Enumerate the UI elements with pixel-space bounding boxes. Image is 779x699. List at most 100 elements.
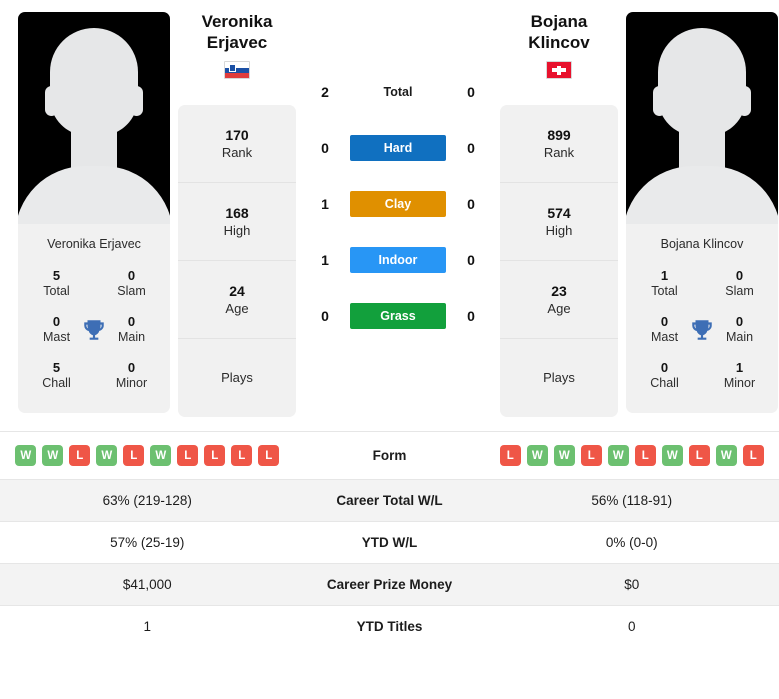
slovenia-flag-icon (224, 61, 250, 80)
player-card-left[interactable]: Veronika Erjavec 5 Total 0 Slam 0 Mast 0… (18, 12, 170, 413)
h2h-right-indoor: 0 (467, 252, 475, 268)
avatar-ear-right-icon (130, 86, 143, 116)
form-badge-left-9[interactable]: L (258, 445, 280, 467)
h2h-left-grass: 0 (321, 308, 329, 324)
avatar-body-icon (18, 166, 170, 224)
stat-plays-left: Plays (221, 370, 253, 386)
avatar-neck-icon (679, 124, 725, 170)
h2h-label-total: Total (383, 85, 413, 99)
ytd-wl-left: 57% (25-19) (110, 535, 185, 551)
avatar-head-icon (50, 28, 138, 136)
form-badge-right-9[interactable]: L (742, 445, 764, 467)
h2h-right-total: 0 (467, 84, 475, 100)
form-badge-left-0[interactable]: W (15, 445, 37, 467)
titles-grid-right: 1 Total 0 Slam 0 Mast 0 Main 0 Chall 1 M… (626, 261, 778, 413)
switzerland-flag-icon (546, 61, 572, 80)
table-row-ytd-titles: 1 YTD Titles 0 (0, 605, 779, 648)
career-prize-money-left: $41,000 (122, 577, 172, 593)
stat-age-right: 23 Age (500, 261, 618, 340)
h2h-row-indoor: 1 Indoor 0 (304, 232, 492, 288)
player-left-column: Veronika Erjavec 170 Rank 168 High 24 Ag… (178, 12, 296, 418)
row-label-career-total-wl: Career Total W/L (336, 493, 443, 509)
form-badge-right-4[interactable]: W (607, 445, 629, 467)
titles-grid-left: 5 Total 0 Slam 0 Mast 0 Main 5 Chall 0 M… (18, 261, 170, 413)
h2h-row-total: 2 Total 0 (304, 64, 492, 120)
stat-plays-right: Plays (543, 370, 575, 386)
trophy-spacer2-right (689, 363, 715, 389)
form-badge-right-6[interactable]: W (661, 445, 683, 467)
titles-total-right: 1 Total (651, 268, 678, 299)
form-badge-right-8[interactable]: W (715, 445, 737, 467)
avatar-neck-icon (71, 124, 117, 170)
titles-mast-right: 0 Mast (650, 313, 679, 345)
row-label-ytd-wl: YTD W/L (361, 535, 418, 551)
avatar-ear-left-icon (653, 86, 666, 116)
table-row-form: WWLWLWLLLL Form LWWLWLWLWL (0, 431, 779, 480)
titles-row-total-slam-left: 5 Total 0 Slam (24, 261, 164, 307)
h2h-row-hard: 0 Hard 0 (304, 120, 492, 176)
stat-rank-right: 899 Rank (500, 105, 618, 184)
trophy-spacer2-left (81, 363, 107, 389)
form-badge-right-7[interactable]: L (688, 445, 710, 467)
table-row-career-prize-money: $41,000 Career Prize Money $0 (0, 563, 779, 606)
titles-minor-left: 0 Minor (115, 359, 148, 390)
stat-age-left: 24 Age (178, 261, 296, 340)
ytd-titles-left: 1 (143, 619, 151, 635)
player-name-left: Veronika Erjavec (201, 12, 273, 52)
titles-slam-left: 0 Slam (117, 268, 146, 299)
titles-total-left: 5 Total (43, 268, 70, 299)
player-photo-right (626, 12, 778, 224)
player-right-column: Bojana Klincov 899 Rank 574 High 23 Age … (500, 12, 618, 418)
form-badge-right-5[interactable]: L (634, 445, 656, 467)
stat-high-right: 574 High (500, 183, 618, 262)
avatar-head-icon (658, 28, 746, 136)
surface-badge-clay[interactable]: Clay (350, 191, 446, 217)
head-to-head-column: 2 Total 0 0 Hard 0 1 Clay 0 1 Indoor 0 0 (304, 12, 492, 344)
table-row-ytd-wl: 57% (25-19) YTD W/L 0% (0-0) (0, 521, 779, 564)
titles-mast-left: 0 Mast (42, 313, 71, 345)
titles-main-right: 0 Main (725, 313, 754, 345)
form-badge-left-3[interactable]: W (96, 445, 118, 467)
surface-badge-grass[interactable]: Grass (350, 303, 446, 329)
form-badge-right-0[interactable]: L (499, 445, 521, 467)
row-label-ytd-titles: YTD Titles (356, 619, 423, 635)
trophy-icon (81, 317, 107, 343)
row-label-career-prize-money: Career Prize Money (326, 577, 453, 593)
stat-stack-right: 899 Rank 574 High 23 Age Plays (500, 105, 618, 418)
h2h-right-hard: 0 (467, 140, 475, 156)
h2h-right-grass: 0 (467, 308, 475, 324)
trophy-spacer-left (81, 271, 107, 297)
form-badge-left-7[interactable]: L (204, 445, 226, 467)
titles-chall-right: 0 Chall (650, 359, 679, 390)
form-badge-left-2[interactable]: L (69, 445, 91, 467)
comparison-header: Veronika Erjavec 5 Total 0 Slam 0 Mast 0… (0, 0, 779, 418)
titles-slam-right: 0 Slam (725, 268, 754, 299)
career-prize-money-right: $0 (624, 577, 640, 593)
comparison-table: WWLWLWLLLL Form LWWLWLWLWL 63% (219-128)… (0, 431, 779, 647)
player-photo-left (18, 12, 170, 224)
form-badge-left-8[interactable]: L (231, 445, 253, 467)
form-badge-left-6[interactable]: L (177, 445, 199, 467)
titles-row-mast-main-left: 0 Mast 0 Main (24, 307, 164, 353)
player-comparison-page: Veronika Erjavec 5 Total 0 Slam 0 Mast 0… (0, 0, 779, 699)
career-total-wl-left: 63% (219-128) (102, 493, 192, 509)
stat-stack-left: 170 Rank 168 High 24 Age Plays (178, 105, 296, 418)
form-badge-right-2[interactable]: W (553, 445, 575, 467)
titles-row-mast-main-right: 0 Mast 0 Main (632, 307, 772, 353)
flag-wrap-left (178, 61, 296, 80)
h2h-left-clay: 1 (321, 196, 329, 212)
form-badge-right-3[interactable]: L (580, 445, 602, 467)
player-card-right[interactable]: Bojana Klincov 1 Total 0 Slam 0 Mast 0 M… (626, 12, 778, 413)
form-badge-left-1[interactable]: W (42, 445, 64, 467)
surface-badge-indoor[interactable]: Indoor (350, 247, 446, 273)
trophy-icon (689, 317, 715, 343)
avatar-body-icon (626, 166, 778, 224)
form-badge-left-5[interactable]: W (150, 445, 172, 467)
trophy-spacer-right (689, 271, 715, 297)
surface-badge-hard[interactable]: Hard (350, 135, 446, 161)
form-badge-left-4[interactable]: L (123, 445, 145, 467)
h2h-left-hard: 0 (321, 140, 329, 156)
form-badge-right-1[interactable]: W (526, 445, 548, 467)
h2h-row-grass: 0 Grass 0 (304, 288, 492, 344)
form-strip-left: WWLWLWLLLL (6, 445, 289, 467)
